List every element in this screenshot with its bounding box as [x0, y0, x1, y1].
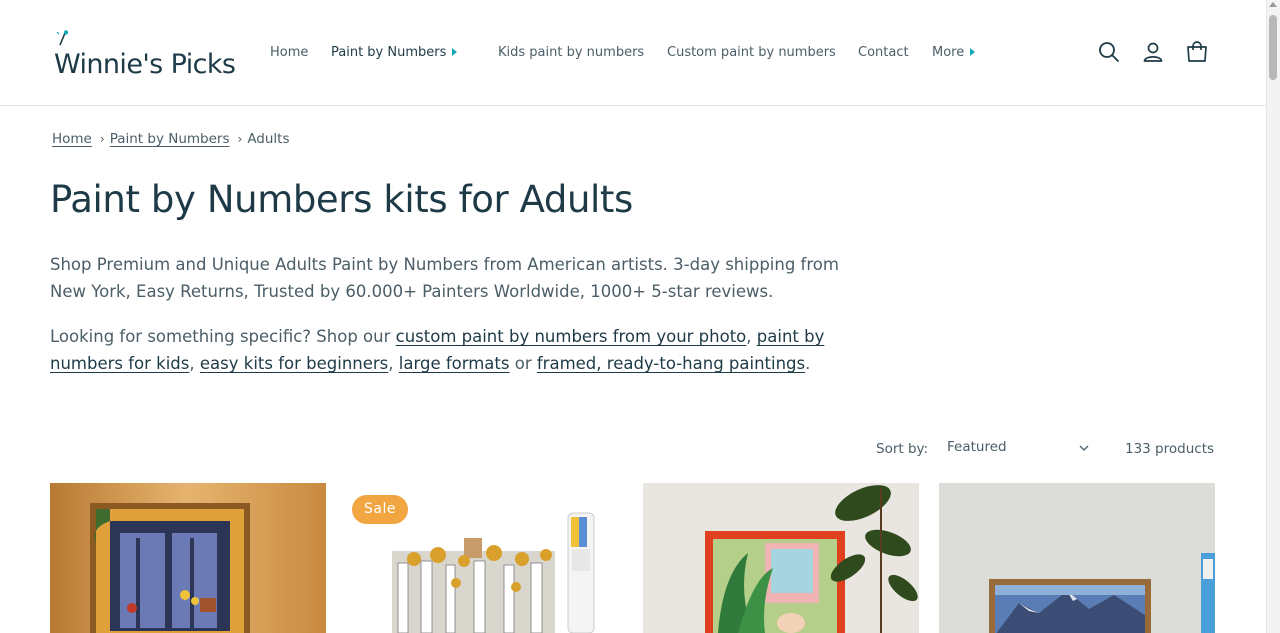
breadcrumb: Home › Paint by Numbers › Adults	[52, 131, 290, 147]
nav-more[interactable]: More	[932, 44, 976, 62]
collection-description: Shop Premium and Unique Adults Paint by …	[50, 255, 839, 301]
separator-text: .	[805, 354, 811, 373]
links-intro-text: Looking for something specific? Shop our	[50, 327, 396, 346]
nav-paint-by-numbers[interactable]: Paint by Numbers	[331, 44, 458, 62]
collection-links-paragraph: Looking for something specific? Shop our…	[50, 323, 840, 377]
separator-text: or	[509, 354, 537, 373]
sale-badge: Sale	[352, 495, 408, 524]
breadcrumb-separator-icon: ›	[237, 132, 243, 146]
search-icon[interactable]	[1097, 40, 1121, 64]
breadcrumb-home[interactable]: Home	[52, 131, 92, 147]
separator-text: ,	[746, 327, 757, 346]
nav-paint-by-numbers-label: Paint by Numbers	[331, 45, 447, 60]
scroll-up-arrow-icon[interactable]	[1269, 2, 1277, 7]
account-icon[interactable]	[1141, 40, 1165, 64]
site-header: Winnie's Picks Home Paint by Numbers Kid…	[0, 0, 1266, 106]
breadcrumb-separator-icon: ›	[99, 132, 105, 146]
product-image	[50, 483, 326, 633]
link-large-formats[interactable]: large formats	[399, 354, 510, 373]
product-card-2[interactable]: Sale	[346, 483, 622, 633]
nav-contact[interactable]: Contact	[858, 44, 909, 62]
caret-right-icon	[970, 48, 976, 56]
product-image	[939, 483, 1215, 633]
nav-more-label: More	[932, 45, 965, 60]
separator-text: ,	[189, 354, 200, 373]
link-custom-paint-by-numbers[interactable]: custom paint by numbers from your photo	[396, 327, 747, 346]
sort-label: Sort by:	[876, 441, 929, 457]
nav-kids-paint-by-numbers[interactable]: Kids paint by numbers	[498, 44, 644, 62]
separator-text: ,	[388, 354, 399, 373]
sort-selected-value: Featured	[947, 439, 1007, 455]
product-card-3[interactable]	[643, 483, 919, 633]
sort-select[interactable]: Featured	[947, 439, 1093, 459]
link-framed-paintings[interactable]: framed, ready-to-hang paintings	[537, 354, 805, 373]
product-card-4[interactable]	[939, 483, 1215, 633]
product-card-1[interactable]	[50, 483, 326, 633]
cart-icon[interactable]	[1185, 40, 1209, 64]
caret-right-icon	[452, 48, 458, 56]
product-count: 133 products	[1125, 441, 1215, 457]
breadcrumb-current: Adults	[247, 131, 290, 147]
chevron-down-icon	[1079, 445, 1089, 451]
scrollbar-thumb[interactable]	[1269, 15, 1277, 80]
nav-custom-paint-by-numbers[interactable]: Custom paint by numbers	[667, 44, 836, 62]
product-image	[643, 483, 919, 633]
breadcrumb-paint-by-numbers[interactable]: Paint by Numbers	[110, 131, 230, 147]
logo-text: Winnie's Picks	[54, 49, 236, 80]
site-logo[interactable]: Winnie's Picks	[54, 30, 236, 80]
page-scrollbar[interactable]	[1266, 0, 1280, 633]
link-easy-kits-beginners[interactable]: easy kits for beginners	[200, 354, 388, 373]
nav-home[interactable]: Home	[270, 44, 308, 62]
page-title: Paint by Numbers kits for Adults	[50, 178, 633, 221]
brush-icon	[56, 30, 69, 46]
